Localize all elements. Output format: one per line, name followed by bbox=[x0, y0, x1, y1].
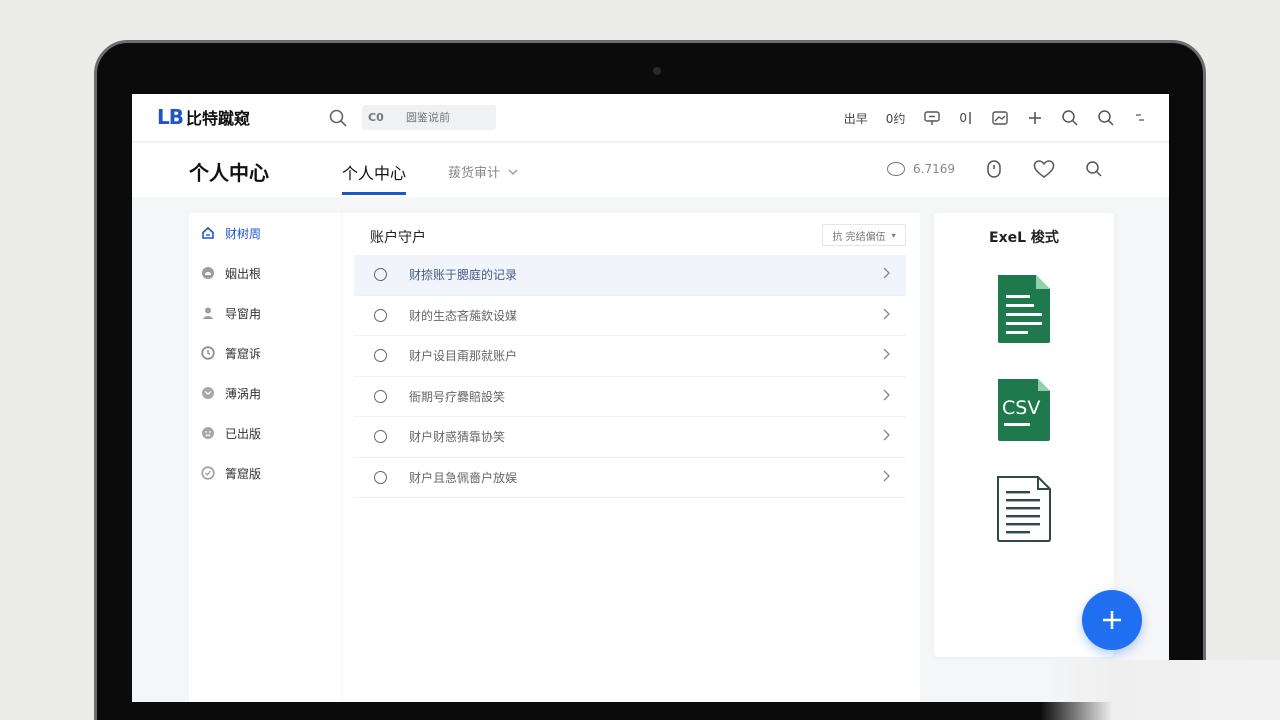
radio-button[interactable] bbox=[374, 349, 387, 363]
chevron-down-icon bbox=[508, 164, 518, 179]
csv-label: CSV bbox=[1002, 397, 1040, 419]
add-button[interactable] bbox=[1082, 590, 1142, 650]
list-item[interactable]: 财户且急佩嗇户放娱 bbox=[354, 458, 906, 498]
list-item[interactable]: 衙期号疗爨賠設笑 bbox=[354, 377, 906, 417]
chevron-right-icon bbox=[882, 470, 892, 485]
page-header: 个人中心 个人中心 菝货审计 6.7169 bbox=[132, 143, 1169, 197]
radio-button[interactable] bbox=[374, 268, 387, 282]
text-file-icon[interactable] bbox=[994, 475, 1054, 547]
sidebar-item[interactable]: 箐窟版 bbox=[189, 453, 341, 493]
heart-icon[interactable] bbox=[1033, 159, 1055, 179]
list-item[interactable]: 财户设目甭那就账户 bbox=[354, 336, 906, 377]
more-icon[interactable] bbox=[1133, 106, 1147, 130]
tab-audit[interactable]: 菝货审计 bbox=[448, 162, 518, 181]
caret-down-icon: ▾ bbox=[891, 230, 896, 240]
list-item[interactable]: 财捺账于腮庭的记录 bbox=[354, 255, 906, 296]
export-format-panel: ExeL 梭式 CSV bbox=[934, 213, 1114, 657]
sidebar-item[interactable]: 已出版 bbox=[189, 413, 341, 453]
account-list-card: 账户守户 抗 完结偏伍 ▾ 财捺账于腮庭的记录 财的生态吝葹欽设媒 财户设目甭那… bbox=[342, 213, 920, 702]
search-input[interactable] bbox=[406, 111, 486, 124]
mouse-icon[interactable] bbox=[985, 159, 1003, 179]
search-icon[interactable] bbox=[328, 108, 348, 128]
filter-label: 抗 完结偏伍 bbox=[832, 231, 886, 243]
window-icon[interactable] bbox=[991, 106, 1009, 130]
tab-audit-label: 菝货审计 bbox=[448, 166, 501, 181]
status-oval-icon bbox=[887, 162, 905, 176]
top-action-value: 0 bbox=[959, 111, 967, 125]
chat-icon[interactable] bbox=[923, 106, 941, 130]
top-action-text[interactable]: 0约 bbox=[886, 106, 906, 130]
chevron-right-icon bbox=[882, 389, 892, 404]
top-action-text[interactable]: 0 bbox=[959, 106, 973, 130]
excel-file-icon[interactable] bbox=[994, 273, 1054, 349]
home-icon bbox=[201, 226, 215, 240]
search-field[interactable]: C0 bbox=[362, 105, 496, 130]
logo-mark: LB bbox=[157, 105, 184, 129]
tab-personal-center[interactable]: 个人中心 bbox=[342, 160, 407, 195]
page-title: 个人中心 bbox=[189, 161, 269, 185]
sidebar-item[interactable]: 箐窟诉 bbox=[189, 333, 341, 373]
check-circle-icon bbox=[201, 466, 215, 480]
list-item-label: 衙期号疗爨賠設笑 bbox=[409, 389, 506, 404]
chevron-right-icon bbox=[882, 267, 892, 282]
mail-icon bbox=[201, 386, 215, 400]
chevron-right-icon bbox=[882, 308, 892, 323]
surface-glare bbox=[1040, 660, 1280, 720]
sidebar-item-label: 导窗甪 bbox=[225, 306, 262, 321]
sidebar-item[interactable]: 导窗甪 bbox=[189, 293, 341, 333]
top-actions: 出早 0约 0 bbox=[826, 106, 1147, 130]
card-title: 账户守户 bbox=[370, 230, 426, 246]
user-icon bbox=[201, 306, 215, 320]
cloud-icon bbox=[201, 266, 215, 280]
search-icon[interactable] bbox=[1097, 106, 1115, 130]
status-indicator: 6.7169 bbox=[887, 162, 955, 176]
filter-dropdown[interactable]: 抗 完结偏伍 ▾ bbox=[822, 224, 906, 246]
top-navbar: LB 比特蹴窥 C0 出早 0约 0 bbox=[132, 94, 1169, 142]
sidebar-item-label: 已出版 bbox=[225, 426, 262, 441]
sidebar-item[interactable]: 财树周 bbox=[189, 213, 341, 253]
csv-file-icon[interactable]: CSV bbox=[994, 377, 1054, 447]
plus-icon bbox=[1103, 611, 1121, 629]
list-item-label: 财的生态吝葹欽设媒 bbox=[409, 308, 518, 323]
radio-button[interactable] bbox=[374, 430, 387, 444]
export-title: ExeL 梭式 bbox=[989, 230, 1059, 246]
list-item[interactable]: 财户财惑猜靠协笑 bbox=[354, 417, 906, 458]
clock-icon bbox=[201, 346, 215, 360]
radio-button[interactable] bbox=[374, 389, 387, 403]
status-text: 6.7169 bbox=[913, 162, 955, 176]
radio-button[interactable] bbox=[374, 308, 387, 322]
chevron-right-icon bbox=[882, 348, 892, 363]
radio-button[interactable] bbox=[374, 470, 387, 484]
brand-logo[interactable]: LB 比特蹴窥 bbox=[157, 105, 250, 129]
chevron-right-icon bbox=[882, 429, 892, 444]
sad-face-icon bbox=[201, 426, 215, 440]
top-action-text[interactable]: 出早 bbox=[844, 106, 868, 130]
search-icon[interactable] bbox=[1085, 160, 1103, 178]
sidebar: 财树周 姻出根 导窗甪 箐窟诉 薄涡甪 已出版 箐窟版 bbox=[189, 213, 341, 702]
list-item-label: 财户且急佩嗇户放娱 bbox=[409, 470, 518, 485]
app-screen: LB 比特蹴窥 C0 出早 0约 0 bbox=[132, 94, 1169, 702]
sidebar-item[interactable]: 薄涡甪 bbox=[189, 373, 341, 413]
search-tag: C0 bbox=[368, 111, 384, 124]
sidebar-item-label: 箐窟版 bbox=[225, 466, 262, 481]
list-item-label: 财户财惑猜靠协笑 bbox=[409, 430, 506, 445]
plus-icon[interactable] bbox=[1027, 106, 1043, 130]
record-list: 财捺账于腮庭的记录 财的生态吝葹欽设媒 财户设目甭那就账户 衙期号疗爨賠設笑 财 bbox=[354, 255, 906, 498]
list-item[interactable]: 财的生态吝葹欽设媒 bbox=[354, 296, 906, 336]
sidebar-item[interactable]: 姻出根 bbox=[189, 253, 341, 293]
search-icon[interactable] bbox=[1061, 106, 1079, 130]
brand-name: 比特蹴窥 bbox=[186, 109, 251, 128]
sidebar-item-label: 箐窟诉 bbox=[225, 346, 262, 361]
list-item-label: 财捺账于腮庭的记录 bbox=[409, 268, 518, 283]
sidebar-item-label: 姻出根 bbox=[225, 266, 262, 281]
sidebar-item-label: 薄涡甪 bbox=[225, 386, 262, 401]
list-item-label: 财户设目甭那就账户 bbox=[409, 349, 518, 364]
webcam bbox=[653, 67, 661, 75]
header-actions: 6.7169 bbox=[887, 159, 1103, 179]
sidebar-item-label: 财树周 bbox=[225, 226, 262, 241]
